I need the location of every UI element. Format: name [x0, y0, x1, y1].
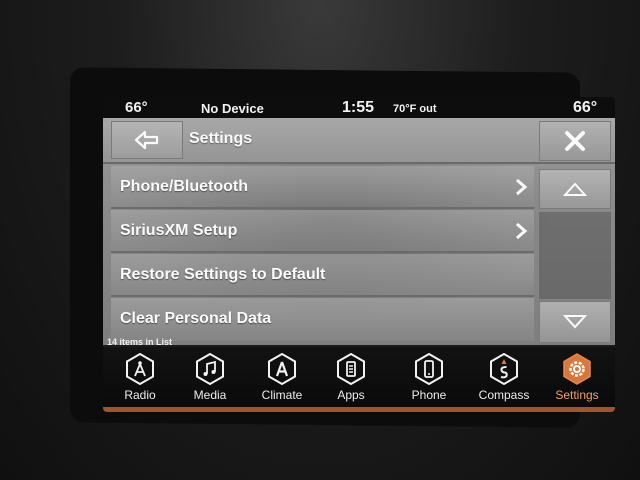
- nav-climate[interactable]: Climate: [252, 353, 312, 405]
- list-item-clear-personal-data[interactable]: Clear Personal Data: [111, 298, 534, 341]
- chevron-right-icon: [516, 178, 528, 196]
- nav-label: Media: [193, 388, 227, 402]
- device-status: No Device: [201, 101, 264, 116]
- list-scrollbar: [539, 166, 611, 345]
- nav-label: Climate: [261, 388, 303, 402]
- scroll-down-button[interactable]: [539, 301, 611, 343]
- nav-apps[interactable]: Apps: [321, 353, 381, 405]
- infotainment-screen: 66° No Device 1:55 70°F out 66° Settings…: [103, 97, 615, 412]
- settings-list: Phone/Bluetooth SiriusXM Setup Restore S…: [111, 166, 534, 345]
- bottom-nav-bar: 14 items in List Radio Media Climate App…: [103, 337, 615, 412]
- passenger-temperature[interactable]: 66°: [573, 99, 597, 117]
- nav-compass[interactable]: Compass: [474, 353, 534, 405]
- nav-label: Apps: [337, 388, 365, 402]
- scroll-track[interactable]: [539, 212, 611, 299]
- nav-radio[interactable]: Radio: [110, 353, 170, 405]
- list-item-label: Clear Personal Data: [120, 310, 272, 327]
- outside-temperature: 70°F out: [393, 103, 437, 115]
- climate-icon: [268, 353, 296, 385]
- settings-panel: Settings Phone/Bluetooth SiriusXM Setup: [103, 118, 615, 345]
- triangle-down-icon: [563, 315, 587, 329]
- gear-icon: [563, 353, 591, 385]
- back-button[interactable]: [111, 121, 183, 159]
- radio-icon: [126, 353, 154, 385]
- close-button[interactable]: [539, 121, 611, 161]
- clock: 1:55: [342, 99, 375, 116]
- nav-label: Phone: [411, 388, 447, 402]
- chevron-right-icon: [516, 222, 528, 240]
- nav-phone[interactable]: Phone: [399, 353, 459, 405]
- nav-label: Radio: [124, 388, 156, 402]
- phone-icon: [415, 353, 443, 385]
- scroll-up-button[interactable]: [539, 169, 611, 209]
- music-note-icon: [196, 353, 224, 385]
- nav-label: Settings: [555, 388, 599, 402]
- list-item-label: Restore Settings to Default: [120, 266, 326, 283]
- nav-settings[interactable]: Settings: [547, 353, 607, 405]
- nav-media[interactable]: Media: [180, 353, 240, 405]
- list-count: 14 items in List: [107, 337, 173, 347]
- driver-temperature[interactable]: 66°: [125, 99, 148, 116]
- back-arrow-icon: [134, 130, 159, 150]
- list-item-label: Phone/Bluetooth: [120, 178, 248, 195]
- page-title: Settings: [189, 130, 253, 147]
- close-icon: [565, 131, 585, 151]
- nav-label: Compass: [478, 388, 530, 402]
- compass-icon: [490, 353, 518, 385]
- list-item-label: SiriusXM Setup: [120, 222, 238, 239]
- list-item-phone-bluetooth[interactable]: Phone/Bluetooth: [111, 166, 534, 209]
- triangle-up-icon: [563, 182, 587, 196]
- settings-header: Settings: [103, 118, 615, 164]
- apps-icon: [337, 353, 365, 385]
- list-item-siriusxm-setup[interactable]: SiriusXM Setup: [111, 210, 534, 253]
- status-bar: 66° No Device 1:55 70°F out 66°: [103, 97, 615, 118]
- list-item-restore-defaults[interactable]: Restore Settings to Default: [111, 254, 534, 297]
